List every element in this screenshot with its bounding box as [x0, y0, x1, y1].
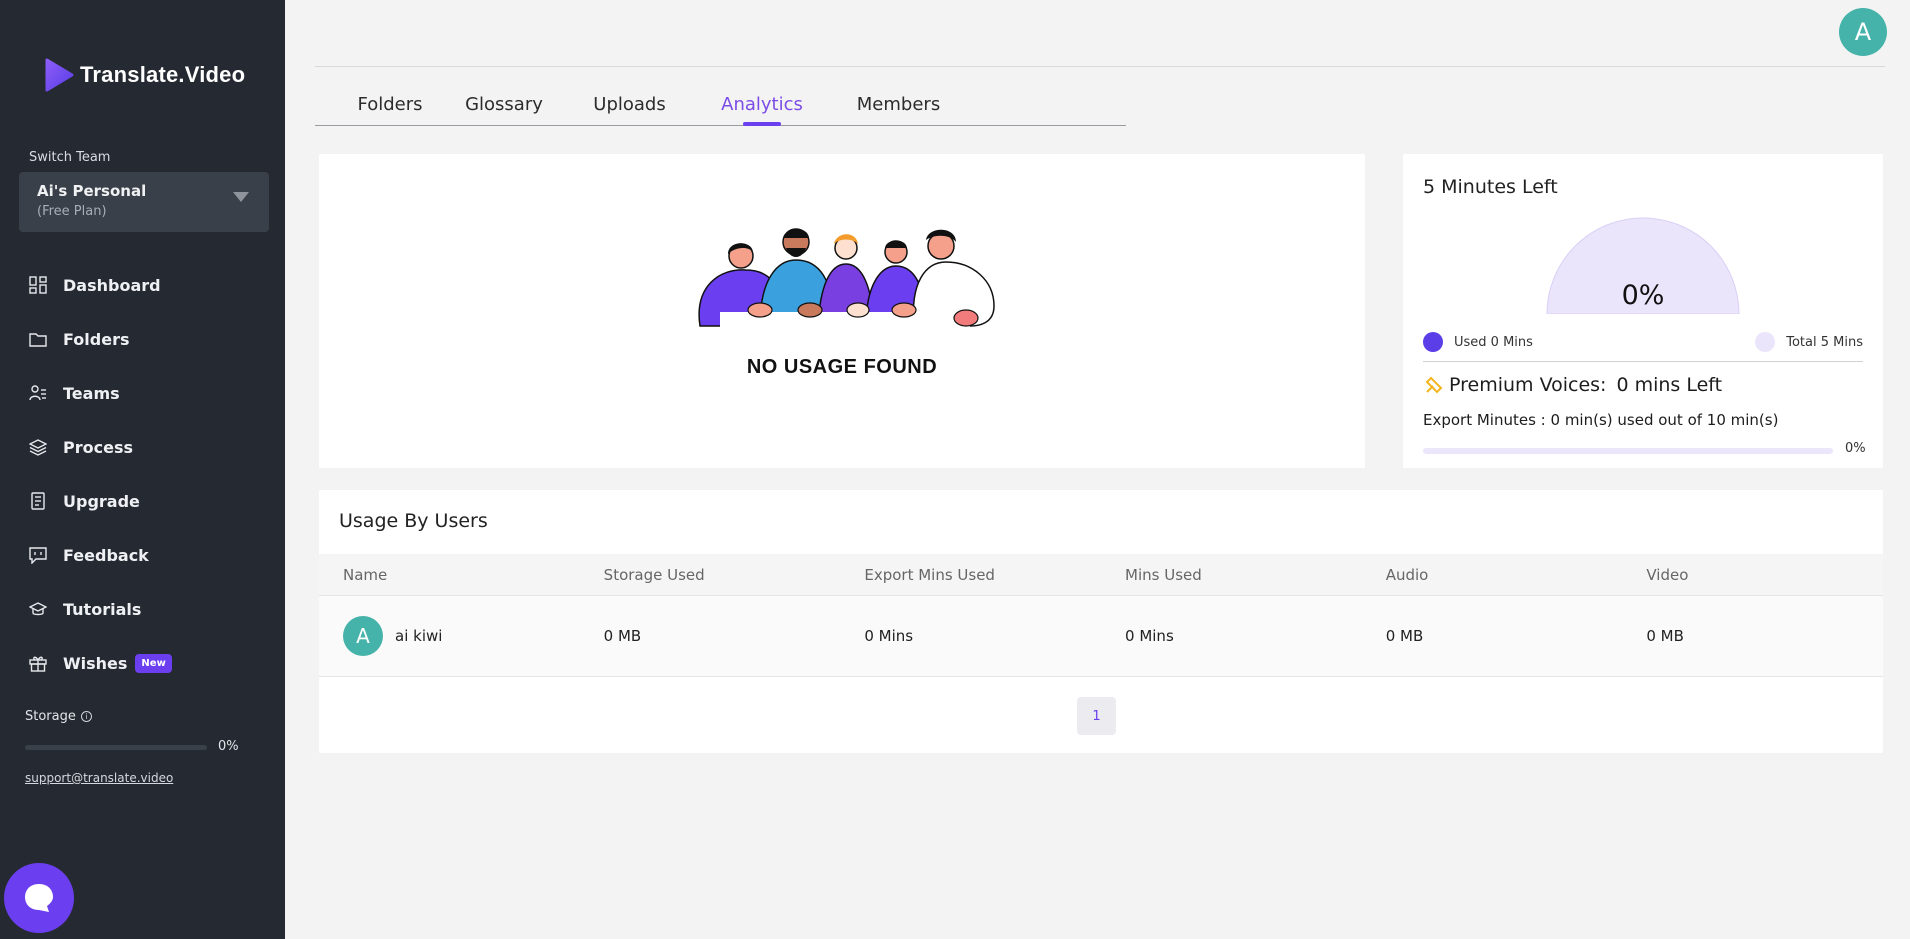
usage-by-users-title: Usage By Users: [339, 510, 488, 532]
sidebar: Translate.Video Switch Team Ai's Persona…: [0, 0, 285, 939]
storage-percent: 0%: [218, 739, 239, 754]
premium-voices-label: Premium Voices:: [1449, 374, 1607, 396]
video-cell: 0 MB: [1646, 627, 1684, 645]
layers-icon: [29, 439, 47, 456]
sidebar-item-label: Folders: [63, 329, 130, 349]
voice-wave-icon: [1425, 376, 1443, 394]
user-avatar[interactable]: A: [1839, 8, 1887, 56]
legend-used: Used 0 Mins: [1423, 332, 1533, 352]
sidebar-nav: Dashboard Folders Teams Process Upgrade: [0, 258, 285, 690]
folder-icon: [29, 333, 47, 347]
legend-total: Total 5 Mins: [1755, 332, 1863, 352]
usage-by-users-card: Usage By Users Name Storage Used Export …: [319, 490, 1883, 753]
sidebar-item-upgrade[interactable]: Upgrade: [0, 474, 285, 528]
no-usage-message: NO USAGE FOUND: [746, 356, 938, 378]
pagination-page-button[interactable]: 1: [1077, 697, 1116, 735]
storage-cell: 0 MB: [603, 627, 642, 645]
sidebar-item-teams[interactable]: Teams: [0, 366, 285, 420]
tab-analytics[interactable]: Analytics: [716, 88, 808, 125]
minutes-divider: [1423, 361, 1863, 362]
sidebar-item-label: Tutorials: [63, 599, 142, 619]
column-header: Audio: [1385, 565, 1429, 584]
chat-widget-button[interactable]: [4, 863, 74, 933]
switch-team-label: Switch Team: [29, 150, 111, 165]
table-header: Name Storage Used Export Mins Used Mins …: [319, 554, 1883, 596]
export-percent: 0%: [1845, 441, 1866, 456]
sidebar-item-label: Upgrade: [63, 491, 140, 511]
table-row[interactable]: A ai kiwi 0 MB 0 Mins 0 Mins 0 MB 0 MB: [319, 596, 1883, 677]
name-cell: A ai kiwi: [319, 616, 580, 656]
column-header: Storage Used: [603, 565, 705, 584]
header-divider: [315, 66, 1885, 67]
column-header: Name: [343, 565, 388, 584]
tab-glossary[interactable]: Glossary: [465, 88, 543, 125]
export-progress-bar: [1423, 448, 1833, 454]
feedback-icon: [29, 547, 47, 564]
new-badge: New: [135, 653, 172, 673]
column-header: Export Mins Used: [864, 565, 995, 584]
sidebar-item-folders[interactable]: Folders: [0, 312, 285, 366]
chat-bubble-icon: [25, 884, 53, 912]
used-dot-icon: [1423, 332, 1443, 352]
column-header: Mins Used: [1125, 565, 1202, 584]
people-illustration: [698, 228, 995, 344]
sidebar-item-feedback[interactable]: Feedback: [0, 528, 285, 582]
gift-icon: [29, 656, 47, 672]
avatar: A: [343, 616, 383, 656]
tab-bar: Folders Glossary Uploads Analytics Membe…: [315, 88, 1126, 126]
sidebar-item-tutorials[interactable]: Tutorials: [0, 582, 285, 636]
storage-label: Storage i: [25, 709, 92, 724]
export-minutes-text: Export Minutes : 0 min(s) used out of 10…: [1423, 411, 1779, 429]
support-email-link[interactable]: support@translate.video: [25, 771, 173, 785]
sidebar-item-label: Feedback: [63, 545, 149, 565]
brand-logo[interactable]: Translate.Video: [44, 58, 245, 92]
tab-members[interactable]: Members: [808, 88, 989, 125]
team-plan: (Free Plan): [37, 204, 107, 219]
sidebar-item-label: Process: [63, 437, 133, 457]
sidebar-item-label: Dashboard: [63, 275, 161, 295]
storage-progress-bar: [25, 745, 207, 750]
mins-cell: 0 Mins: [1125, 627, 1174, 645]
audio-cell: 0 MB: [1385, 627, 1424, 645]
minutes-left-title: 5 Minutes Left: [1423, 176, 1558, 198]
graduation-cap-icon: [29, 602, 47, 616]
sidebar-item-process[interactable]: Process: [0, 420, 285, 474]
sidebar-item-wishes[interactable]: Wishes New: [0, 636, 285, 690]
sidebar-item-label: Wishes: [63, 653, 128, 673]
legend-used-label: Used 0 Mins: [1454, 334, 1533, 350]
premium-voices-value: 0 mins Left: [1616, 374, 1723, 396]
caret-down-icon: [233, 192, 249, 202]
play-logo-icon: [45, 58, 74, 92]
legend-total-label: Total 5 Mins: [1786, 334, 1863, 350]
premium-voices: Premium Voices: 0 mins Left: [1423, 374, 1722, 396]
sidebar-item-dashboard[interactable]: Dashboard: [0, 258, 285, 312]
receipt-icon: [31, 492, 45, 510]
export-mins-cell: 0 Mins: [864, 627, 914, 645]
sidebar-item-label: Teams: [63, 383, 120, 403]
total-dot-icon: [1755, 332, 1776, 352]
tab-uploads[interactable]: Uploads: [543, 88, 716, 125]
info-icon[interactable]: i: [80, 711, 92, 722]
minutes-card: 5 Minutes Left 0% Used 0 Mins Total 5 Mi…: [1403, 154, 1883, 468]
team-switcher[interactable]: Ai's Personal (Free Plan): [19, 172, 269, 232]
team-icon: [29, 385, 46, 401]
column-header: Video: [1646, 565, 1689, 584]
user-name: ai kiwi: [395, 627, 443, 645]
tab-folders[interactable]: Folders: [315, 88, 465, 125]
brand-name: Translate.Video: [80, 62, 246, 87]
storage-label-text: Storage: [25, 709, 76, 724]
dashboard-icon: [29, 276, 47, 294]
gauge-percent: 0%: [1621, 280, 1665, 311]
